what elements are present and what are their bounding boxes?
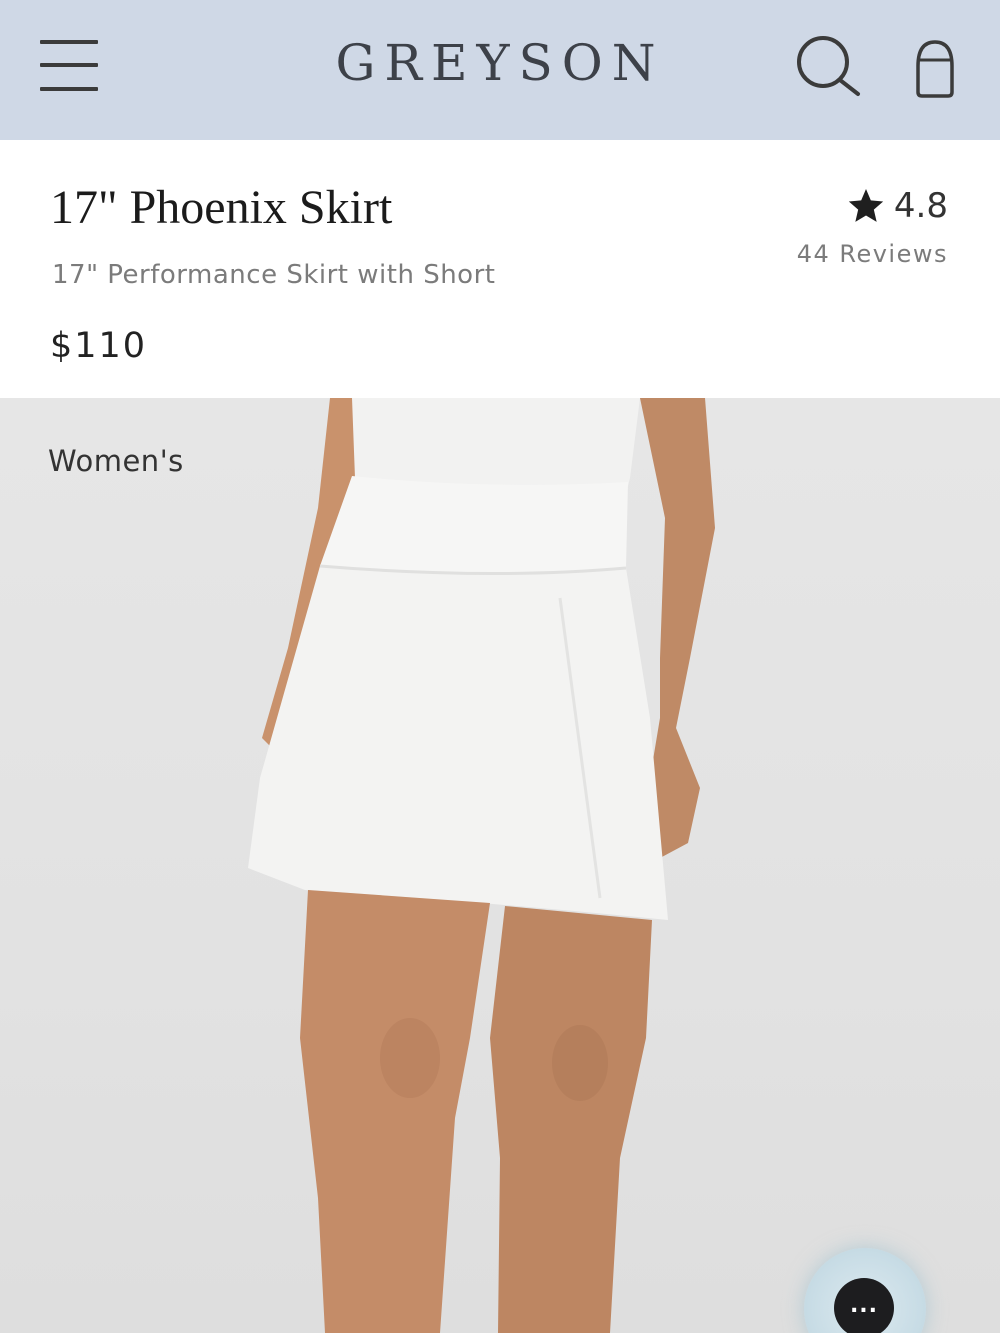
menu-line: [40, 87, 98, 91]
rating-value: 4.8: [893, 186, 948, 226]
product-info: 17" Phoenix Skirt 17" Performance Skirt …: [0, 140, 1000, 398]
skirt-photo: [248, 398, 715, 1333]
search-icon[interactable]: [792, 34, 862, 98]
product-image[interactable]: Women's: [0, 398, 1000, 1333]
product-rating[interactable]: 4.8: [846, 186, 948, 226]
reviews-link[interactable]: 44 Reviews: [797, 240, 948, 268]
menu-line: [40, 63, 98, 67]
chat-dots: ...: [849, 1292, 879, 1318]
product-subtitle: 17" Performance Skirt with Short: [52, 260, 496, 290]
product-title: 17" Phoenix Skirt: [50, 181, 393, 234]
product-price: $110: [50, 326, 148, 366]
chat-bubble-icon: ...: [834, 1278, 894, 1333]
category-label: Women's: [48, 444, 184, 478]
star-icon: [848, 189, 884, 222]
site-header: GREYSON: [0, 0, 1000, 140]
shopping-bag-icon[interactable]: [912, 36, 958, 100]
hamburger-menu-icon[interactable]: [40, 38, 98, 94]
menu-line: [40, 40, 98, 44]
